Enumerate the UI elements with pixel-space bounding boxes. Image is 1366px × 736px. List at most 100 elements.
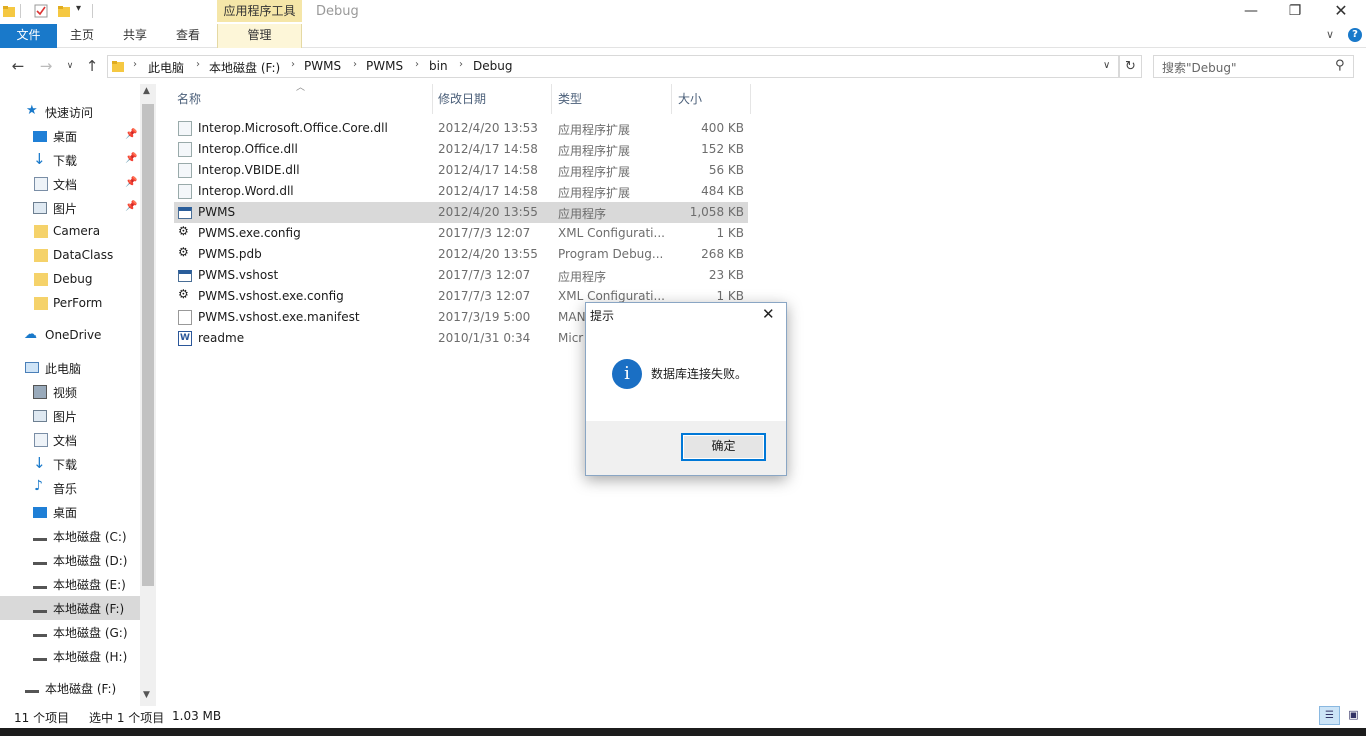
column-divider[interactable] [671, 84, 672, 114]
help-icon[interactable]: ? [1348, 28, 1362, 42]
dialog-close-button[interactable]: ✕ [762, 305, 775, 323]
nav-pc-documents[interactable]: 文档 [0, 428, 140, 452]
table-row[interactable]: Interop.VBIDE.dll 2012/4/17 14:58 应用程序扩展… [174, 160, 748, 181]
nav-music[interactable]: ♪ 音乐 [0, 476, 140, 500]
tab-manage[interactable]: 管理 [217, 24, 302, 48]
table-row[interactable]: ⚙ PWMS.exe.config 2017/7/3 12:07 XML Con… [174, 223, 748, 244]
column-divider[interactable] [551, 84, 552, 114]
details-view-icon[interactable]: ☰ [1319, 706, 1340, 725]
folder-icon [34, 225, 48, 238]
config-file-icon: ⚙ [178, 224, 189, 238]
tab-home[interactable]: 主页 [57, 24, 107, 48]
nav-folder-camera[interactable]: Camera [0, 220, 140, 244]
scroll-down-icon[interactable]: ▼ [143, 690, 150, 700]
column-header-type[interactable]: 类型 [558, 90, 582, 107]
breadcrumb-drive-f[interactable]: 本地磁盘 (F:) [209, 59, 280, 76]
nav-downloads[interactable]: ↓ 下载 📌 [0, 148, 140, 172]
nav-folder-debug[interactable]: Debug [0, 268, 140, 292]
search-box[interactable]: 搜索"Debug" ⚲ [1153, 55, 1354, 78]
nav-drive-e[interactable]: 本地磁盘 (E:) [0, 572, 140, 596]
nav-quick-access[interactable]: ★ 快速访问 [0, 100, 140, 124]
sort-ascending-icon: ︿ [296, 83, 306, 93]
minimize-button[interactable]: — [1228, 0, 1274, 24]
nav-folder-perform[interactable]: PerForm [0, 292, 140, 316]
window-title: Debug [316, 4, 359, 19]
drive-icon [33, 555, 47, 565]
column-header-date[interactable]: 修改日期 [438, 90, 486, 107]
download-icon: ↓ [33, 150, 46, 168]
drive-icon [25, 683, 39, 693]
column-header-name[interactable]: 名称 [177, 90, 201, 107]
forward-arrow-icon[interactable]: → [36, 56, 56, 76]
close-button[interactable]: ✕ [1318, 0, 1364, 24]
recent-locations-icon[interactable]: ∨ [60, 56, 80, 76]
column-divider[interactable] [432, 84, 433, 114]
table-row[interactable]: ⚙ PWMS.pdb 2012/4/20 13:55 Program Debug… [174, 244, 748, 265]
breadcrumb-pwms[interactable]: PWMS [304, 59, 341, 73]
nav-videos[interactable]: 视频 [0, 380, 140, 404]
scroll-up-icon[interactable]: ▲ [143, 86, 150, 96]
address-bar[interactable]: › 此电脑 › 本地磁盘 (F:) › PWMS › PWMS › bin › … [107, 55, 1119, 78]
table-row[interactable]: PWMS.vshost 2017/7/3 12:07 应用程序 23 KB [174, 265, 748, 286]
pin-icon: 📌 [125, 177, 138, 188]
nav-drive-h[interactable]: 本地磁盘 (H:) [0, 644, 140, 668]
folder-icon [34, 273, 48, 286]
breadcrumb-bin[interactable]: bin [429, 59, 448, 73]
nav-drive-g[interactable]: 本地磁盘 (G:) [0, 620, 140, 644]
nav-this-pc[interactable]: 此电脑 [0, 356, 140, 380]
up-arrow-icon[interactable]: ↑ [82, 56, 102, 76]
nav-pc-pictures[interactable]: 图片 [0, 404, 140, 428]
properties-icon[interactable] [34, 4, 48, 18]
dialog-message: 数据库连接失败。 [651, 367, 748, 381]
nav-drive-d[interactable]: 本地磁盘 (D:) [0, 548, 140, 572]
word-document-icon: W [178, 331, 192, 346]
breadcrumb-debug[interactable]: Debug [473, 59, 512, 73]
breadcrumb-pwms-2[interactable]: PWMS [366, 59, 403, 73]
nav-pictures[interactable]: 图片 📌 [0, 196, 140, 220]
nav-onedrive[interactable]: ☁ OneDrive [0, 324, 140, 348]
nav-folder-dataclass[interactable]: DataClass [0, 244, 140, 268]
document-icon [34, 177, 48, 191]
nav-desktop[interactable]: 桌面 📌 [0, 124, 140, 148]
table-row[interactable]: Interop.Microsoft.Office.Core.dll 2012/4… [174, 118, 748, 139]
column-header-size[interactable]: 大小 [678, 90, 702, 107]
large-icons-view-icon[interactable]: ▣ [1343, 706, 1364, 725]
tab-file[interactable]: 文件 [0, 24, 57, 48]
refresh-icon[interactable]: ↻ [1119, 55, 1142, 78]
file-icon [178, 310, 192, 325]
nav-drive-f-bottom[interactable]: 本地磁盘 (F:) [0, 676, 140, 700]
dll-icon [178, 121, 192, 136]
address-dropdown-icon[interactable]: ∨ [1103, 60, 1110, 71]
nav-scrollbar-thumb[interactable] [142, 104, 154, 586]
taskbar [0, 728, 1366, 736]
tab-share[interactable]: 共享 [110, 24, 160, 48]
nav-pc-downloads[interactable]: ↓ 下载 [0, 452, 140, 476]
column-divider[interactable] [750, 84, 751, 114]
selection-count: 选中 1 个项目 [89, 711, 165, 725]
back-arrow-icon[interactable]: ← [8, 56, 28, 76]
search-input[interactable]: 搜索"Debug" [1162, 59, 1237, 76]
nav-documents[interactable]: 文档 📌 [0, 172, 140, 196]
nav-drive-c[interactable]: 本地磁盘 (C:) [0, 524, 140, 548]
new-folder-icon[interactable] [57, 4, 71, 18]
table-row-selected[interactable]: PWMS 2012/4/20 13:55 应用程序 1,058 KB [174, 202, 748, 223]
folder-icon [34, 249, 48, 262]
pin-icon: 📌 [125, 129, 138, 140]
table-row[interactable]: Interop.Word.dll 2012/4/17 14:58 应用程序扩展 … [174, 181, 748, 202]
nav-pc-desktop[interactable]: 桌面 [0, 500, 140, 524]
table-row[interactable]: Interop.Office.dll 2012/4/17 14:58 应用程序扩… [174, 139, 748, 160]
customize-toolbar-icon[interactable]: ▾ [76, 3, 81, 14]
tab-view[interactable]: 查看 [163, 24, 213, 48]
ok-button[interactable]: 确定 [681, 433, 766, 461]
breadcrumb-this-pc[interactable]: 此电脑 [148, 59, 184, 76]
drive-icon [33, 627, 47, 637]
chevron-right-icon: › [196, 59, 200, 70]
application-icon [178, 207, 192, 219]
selection-size: 1.03 MB [172, 709, 222, 723]
expand-ribbon-icon[interactable]: ∨ [1326, 28, 1334, 41]
nav-drive-f[interactable]: 本地磁盘 (F:) [0, 596, 140, 620]
restore-button[interactable]: ❐ [1272, 0, 1318, 24]
picture-icon [33, 410, 47, 422]
search-icon[interactable]: ⚲ [1335, 58, 1345, 73]
status-bar: 11 个项目 选中 1 个项目 1.03 MB ☰ ▣ [0, 706, 1366, 728]
